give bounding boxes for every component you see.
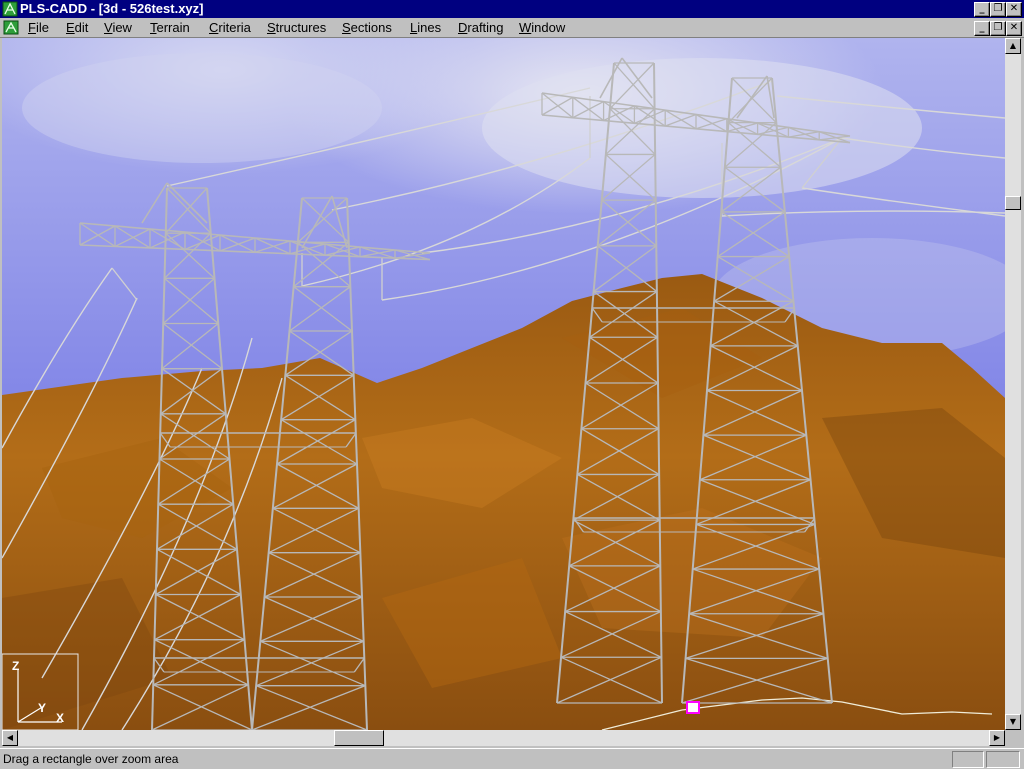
status-pane-1 <box>952 751 984 768</box>
vertical-scrollbar[interactable]: ▲ ▼ <box>1005 38 1021 730</box>
axis-z-label: Z <box>12 659 19 673</box>
3d-scene[interactable]: Z Y X <box>2 38 1005 730</box>
menu-lines[interactable]: Lines <box>410 19 441 36</box>
doc-close-button[interactable]: ✕ <box>1006 21 1022 36</box>
arrow-down-icon[interactable]: ▼ <box>1005 714 1021 730</box>
status-pane-2 <box>986 751 1020 768</box>
doc-restore-button[interactable]: ❐ <box>990 21 1006 36</box>
axis-y-label: Y <box>38 701 46 715</box>
axis-x-label: X <box>56 711 64 725</box>
selection-marker-icon[interactable] <box>686 701 700 714</box>
doc-minimize-button[interactable]: _ <box>974 21 990 36</box>
scrollbar-corner <box>1005 730 1021 746</box>
pls-cadd-app-icon <box>2 1 18 17</box>
status-message: Drag a rectangle over zoom area <box>3 752 179 766</box>
minimize-button[interactable]: _ <box>974 2 990 17</box>
menu-window[interactable]: Window <box>519 19 565 36</box>
title-bar: PLS-CADD - [3d - 526test.xyz] _ ❐ ✕ <box>0 0 1024 18</box>
menu-criteria[interactable]: Criteria <box>209 19 251 36</box>
arrow-up-icon[interactable]: ▲ <box>1005 38 1021 54</box>
menu-drafting[interactable]: Drafting <box>458 19 504 36</box>
arrow-left-icon[interactable]: ◀ <box>2 730 18 746</box>
window-title: PLS-CADD - [3d - 526test.xyz] <box>20 1 204 16</box>
arrow-right-icon[interactable]: ▶ <box>989 730 1005 746</box>
menu-structures[interactable]: Structures <box>267 19 326 36</box>
3d-viewport[interactable]: Z Y X <box>2 38 1005 730</box>
menu-sections[interactable]: Sections <box>342 19 392 36</box>
menu-terrain[interactable]: Terrain <box>150 19 190 36</box>
menu-view[interactable]: View <box>104 19 132 36</box>
close-button[interactable]: ✕ <box>1006 2 1022 17</box>
vertical-scroll-thumb[interactable] <box>1005 196 1021 210</box>
horizontal-scroll-thumb[interactable] <box>334 730 384 746</box>
menu-edit[interactable]: Edit <box>66 19 88 36</box>
3d-view-icon[interactable] <box>3 20 19 35</box>
menu-file[interactable]: File <box>28 19 49 36</box>
menu-bar: File Edit View Terrain Criteria Structur… <box>0 18 1024 38</box>
restore-button[interactable]: ❐ <box>990 2 1006 17</box>
horizontal-scrollbar[interactable]: ◀ ▶ <box>2 730 1005 746</box>
status-bar: Drag a rectangle over zoom area <box>0 748 1024 769</box>
